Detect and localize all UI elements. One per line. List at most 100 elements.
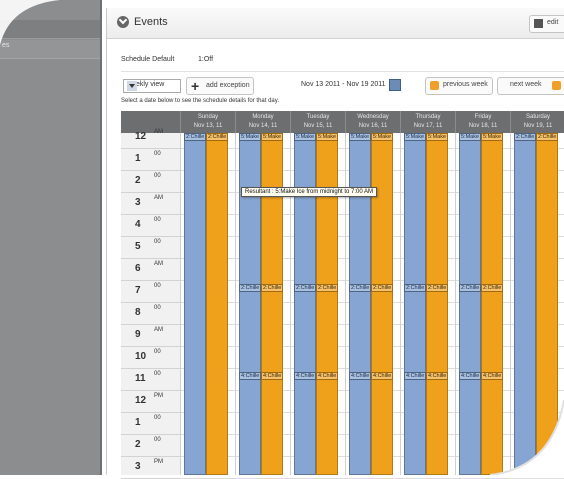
event-block[interactable]: 5:Make: [239, 133, 261, 141]
event-block[interactable]: 2:Chille: [371, 284, 393, 292]
schedule-value: 1:Off: [198, 56, 214, 63]
day-date: Nov 13, 11: [193, 123, 223, 129]
hour-number: 3: [135, 461, 141, 472]
event-block[interactable]: 4:Chille: [239, 372, 261, 380]
day-header-sunday[interactable]: Sunday Nov 13, 11: [180, 111, 235, 133]
hour-suffix: 00: [154, 283, 161, 289]
event-block[interactable]: 5:Make: [426, 133, 448, 141]
event-block[interactable]: 4:Chille: [261, 372, 283, 380]
event-block[interactable]: 5:Make: [404, 133, 426, 141]
event-block[interactable]: 4:Chille: [426, 372, 448, 380]
hour-suffix: 00: [154, 173, 161, 179]
day-header-friday[interactable]: Friday Nov 18, 11: [455, 111, 510, 133]
panel-titlebar: Events edit: [107, 8, 564, 39]
edit-button[interactable]: edit: [529, 15, 564, 33]
event-block[interactable]: 2:Chille: [294, 284, 316, 292]
day-column-tuesday[interactable]: 5:Make 5:Make 2:Chille 2:Chille 4:Chille 4:Ch…: [290, 133, 346, 475]
day-date: Nov 18, 11: [468, 123, 498, 129]
event-block[interactable]: 4:Chille: [404, 372, 426, 380]
day-name: Wednesday: [357, 114, 389, 120]
event-block[interactable]: 2:Chille: [459, 284, 481, 292]
schedule-bar-blue[interactable]: [349, 133, 371, 475]
day-header-tuesday[interactable]: Tuesday Nov 15, 11: [290, 111, 345, 133]
hour-row-label: 2 00: [121, 170, 180, 193]
hour-row-label: 2 00: [121, 434, 180, 457]
day-column-friday[interactable]: 5:Make 5:Make 2:Chille 2:Chille 4:Chille 4:Ch…: [455, 133, 511, 475]
hour-column: 12 AM 1 00 2 00 3 AM 4 00 5 00 6 AM 7 00 8 00 9 AM 10 00 11 00 1…: [121, 129, 180, 479]
day-header-wednesday[interactable]: Wednesday Nov 16, 11: [345, 111, 400, 133]
left-sidebar: es: [0, 0, 102, 475]
schedule-bar-blue[interactable]: [294, 133, 316, 475]
hour-number: 3: [135, 197, 141, 208]
day-name: Friday: [474, 114, 492, 120]
schedule-bar-blue[interactable]: [184, 133, 206, 475]
schedule-bar-blue[interactable]: [514, 133, 536, 475]
schedule-bar-orange[interactable]: [316, 133, 338, 475]
hour-row-label: 1 00: [121, 412, 180, 435]
add-exception-label: add exception: [206, 82, 250, 89]
day-column-saturday[interactable]: 2:Chille 2:Chille: [510, 133, 564, 475]
event-block[interactable]: 4:Chille: [316, 372, 338, 380]
schedule-bar-blue[interactable]: [404, 133, 426, 475]
sidebar-item-selected[interactable]: es: [0, 40, 101, 59]
day-column-monday[interactable]: 5:Make 5:Make 2:Chille 2:Chille 4:Chille 4:Ch…: [235, 133, 291, 475]
event-block[interactable]: 4:Chille: [349, 372, 371, 380]
event-block[interactable]: 2:Chille: [426, 284, 448, 292]
event-block[interactable]: 5:Make: [294, 133, 316, 141]
chevron-circle-icon[interactable]: [117, 16, 129, 28]
hour-row-label: 4 00: [121, 214, 180, 237]
schedule-bar-orange[interactable]: [261, 133, 283, 475]
event-block[interactable]: 5:Make: [316, 133, 338, 141]
day-header-monday[interactable]: Monday Nov 14, 11: [235, 111, 290, 133]
day-column-sunday[interactable]: 2:Chille 2:Chille: [180, 133, 236, 475]
event-block[interactable]: 2:Chille: [514, 133, 536, 141]
day-column-thursday[interactable]: 5:Make 5:Make 2:Chille 2:Chille 4:Chille 4:Ch…: [400, 133, 456, 475]
schedule-bar-orange[interactable]: [481, 133, 503, 475]
hour-number: 4: [135, 219, 141, 230]
event-block[interactable]: 4:Chille: [371, 372, 393, 380]
arrow-left-icon: [430, 81, 439, 90]
schedule-bar-blue[interactable]: [239, 133, 261, 475]
event-block[interactable]: 2:Chille: [404, 284, 426, 292]
event-block[interactable]: 5:Make: [261, 133, 283, 141]
event-block[interactable]: 5:Make: [371, 133, 393, 141]
event-block[interactable]: 5:Make: [349, 133, 371, 141]
event-block[interactable]: 4:Chille: [294, 372, 316, 380]
next-week-label: next week: [510, 81, 542, 88]
day-header-saturday[interactable]: Saturday Nov 19, 11: [510, 111, 564, 133]
schedule-bar-orange[interactable]: [536, 133, 558, 475]
sidebar-item[interactable]: [0, 20, 101, 39]
event-block[interactable]: 5:Make: [481, 133, 503, 141]
schedule-bar-blue[interactable]: [459, 133, 481, 475]
hour-row-label: 3 AM: [121, 192, 180, 215]
event-block[interactable]: 2:Chille: [261, 284, 283, 292]
schedule-bar-orange[interactable]: [371, 133, 393, 475]
schedule-bar-orange[interactable]: [206, 133, 228, 475]
event-block[interactable]: 2:Chille: [481, 284, 503, 292]
day-header-thursday[interactable]: Thursday Nov 17, 11: [400, 111, 455, 133]
event-block[interactable]: 5:Make: [459, 133, 481, 141]
hour-suffix: 00: [154, 349, 161, 355]
event-block[interactable]: 4:Chille: [459, 372, 481, 380]
day-date: Nov 15, 11: [303, 123, 333, 129]
edit-button-label: edit: [547, 19, 559, 26]
next-week-button[interactable]: next week: [497, 77, 564, 95]
event-block[interactable]: 2:Chille: [536, 133, 558, 141]
event-block[interactable]: 2:Chille: [316, 284, 338, 292]
event-block[interactable]: 2:Chille: [239, 284, 261, 292]
add-exception-button[interactable]: + add exception: [186, 77, 254, 95]
event-block[interactable]: 2:Chille: [349, 284, 371, 292]
day-name: Saturday: [525, 114, 550, 120]
event-block[interactable]: 4:Chille: [481, 372, 503, 380]
day-column-wednesday[interactable]: 5:Make 5:Make 2:Chille 2:Chille 4:Chille 4:Ch…: [345, 133, 401, 475]
view-select[interactable]: weekly view: [123, 79, 181, 93]
event-tooltip: Resultant : 5:Make Ice from midnight to …: [241, 187, 378, 197]
event-block[interactable]: 2:Chille: [184, 133, 206, 141]
hour-suffix: 00: [154, 217, 161, 223]
event-block[interactable]: 2:Chille: [206, 133, 228, 141]
calendar-icon[interactable]: [389, 79, 401, 91]
schedule-bar-orange[interactable]: [426, 133, 448, 475]
hour-suffix: 00: [154, 151, 161, 157]
hour-suffix: AM: [154, 261, 163, 267]
previous-week-button[interactable]: previous week: [425, 77, 493, 95]
